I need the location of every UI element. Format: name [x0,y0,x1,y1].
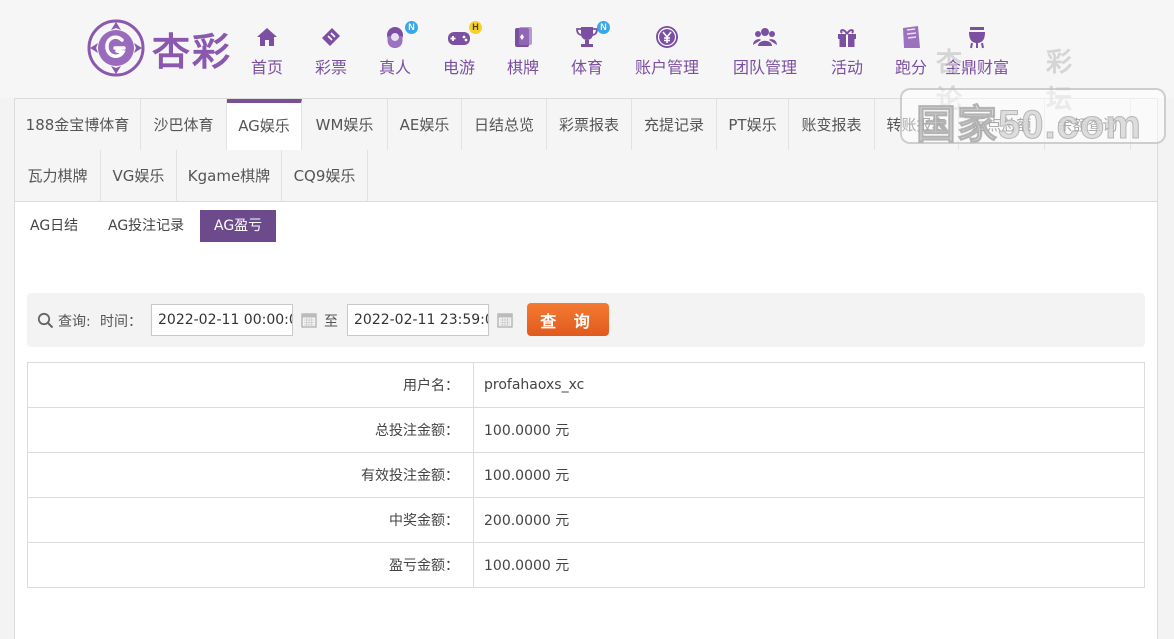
table-row: 盈亏金额： 100.0000 元 [27,542,1145,588]
tab-vg-entertainment[interactable]: VG娱乐 [101,150,177,201]
nav-team-label: 团队管理 [733,58,798,77]
table-row: 用户名： profahaoxs_xc [27,362,1145,408]
nav-lottery[interactable]: 彩票 [315,24,347,78]
home-icon [257,28,277,46]
nav-egame[interactable]: H 电游 [443,21,482,78]
tab-ae-entertainment[interactable]: AE娱乐 [388,99,462,150]
row-key-profit-loss: 盈亏金额： [27,542,474,588]
tab-balance-query[interactable]: 余额查询 [1045,99,1131,150]
logo-emblem-icon [87,19,145,77]
row-key-username: 用户名： [27,362,474,408]
row-value-username: profahaoxs_xc [473,362,1145,408]
top-header: 杏彩 首页 彩票 N 真人 H 电游 棋牌 N 体育 账户管理 团队管理 活动 … [0,0,1174,98]
nav-activity[interactable]: 活动 [831,24,863,78]
brand-logo[interactable]: 杏彩 [86,18,232,78]
date-separator: 至 [324,314,338,330]
end-time-input[interactable] [347,304,489,336]
subtab-ag-profit-loss[interactable]: AG盈亏 [200,210,277,242]
team-icon [753,28,777,46]
nav-chess[interactable]: 棋牌 [507,24,539,78]
profit-loss-table: 用户名： profahaoxs_xc 总投注金额： 100.0000 元 有效投… [27,362,1145,588]
nav-live-label: 真人 [379,58,412,77]
tab-deposit-withdraw[interactable]: 充提记录 [632,99,717,150]
nav-home-label: 首页 [251,58,284,77]
cauldron-icon [969,27,985,49]
row-key-winning: 中奖金额： [27,497,474,543]
tab-wali-chess[interactable]: 瓦力棋牌 [15,150,101,201]
tab-pt-entertainment[interactable]: PT娱乐 [717,99,789,150]
nav-paofen-label: 跑分 [895,58,928,77]
nav-sports[interactable]: N 体育 [571,21,610,78]
nav-chess-label: 棋牌 [507,58,540,77]
tab-rebate-total[interactable]: 返点总额 [959,99,1045,150]
nav-account-label: 账户管理 [635,58,700,77]
nav-sports-label: 体育 [571,58,604,77]
search-icon [37,312,54,329]
report-tabs: 188金宝博体育 沙巴体育 AG娱乐 WM娱乐 AE娱乐 日结总览 彩票报表 充… [15,99,1157,202]
cards-icon [515,27,532,47]
row-key-valid-bet: 有效投注金额： [27,452,474,498]
tab-188-sports[interactable]: 188金宝博体育 [15,99,141,150]
nav-account[interactable]: 账户管理 [635,24,699,78]
gift-icon [838,29,856,47]
brand-name: 杏彩 [152,28,233,74]
start-time-input[interactable] [151,304,293,336]
table-row: 总投注金额： 100.0000 元 [27,407,1145,453]
nav-egame-label: 电游 [443,58,476,77]
tab-saba-sports[interactable]: 沙巴体育 [141,99,227,150]
nav-jinding-label: 金鼎财富 [945,58,1010,77]
query-label: 查询: [58,314,91,330]
nav-live-badge: N [405,21,418,34]
nav-egame-badge: H [469,21,482,34]
time-label: 时间： [100,314,142,330]
nav-home[interactable]: 首页 [251,24,283,78]
nav-team[interactable]: 团队管理 [733,24,797,78]
table-row: 有效投注金额： 100.0000 元 [27,452,1145,498]
row-value-profit-loss: 100.0000 元 [473,542,1145,588]
row-value-total-bet: 100.0000 元 [473,407,1145,453]
tab-kgame-chess[interactable]: Kgame棋牌 [177,150,282,201]
tab-transfer-report[interactable]: 转账报表 [875,99,959,150]
nav-jinding[interactable]: 金鼎财富 [945,24,1009,78]
tab-ag-entertainment[interactable]: AG娱乐 [227,99,302,150]
subtab-ag-bet-records[interactable]: AG投注记录 [108,210,184,242]
tab-account-change[interactable]: 账变报表 [789,99,875,150]
nav-lottery-label: 彩票 [315,58,348,77]
running-icon [903,26,920,48]
tab-cq9-entertainment[interactable]: CQ9娱乐 [282,150,368,201]
query-bar: 查询: 时间： 至 查 询 [27,293,1145,347]
nav-sports-badge: N [597,21,610,34]
lottery-ticket-icon [322,28,340,46]
tab-daily-overview[interactable]: 日结总览 [462,99,547,150]
row-value-winning: 200.0000 元 [473,497,1145,543]
row-value-valid-bet: 100.0000 元 [473,452,1145,498]
row-key-total-bet: 总投注金额： [27,407,474,453]
calendar-icon[interactable] [301,312,317,328]
calendar-icon[interactable] [497,312,513,328]
nav-activity-label: 活动 [831,58,864,77]
main-panel: 188金宝博体育 沙巴体育 AG娱乐 WM娱乐 AE娱乐 日结总览 彩票报表 充… [14,98,1158,639]
yen-coin-icon [656,26,678,48]
tab-wm-entertainment[interactable]: WM娱乐 [302,99,388,150]
nav-paofen[interactable]: 跑分 [895,24,927,78]
query-button[interactable]: 查 询 [527,303,609,336]
table-row: 中奖金额： 200.0000 元 [27,497,1145,543]
nav-live[interactable]: N 真人 [379,21,418,78]
subtab-ag-daily[interactable]: AG日结 [30,210,78,242]
tab-lottery-report[interactable]: 彩票报表 [547,99,632,150]
